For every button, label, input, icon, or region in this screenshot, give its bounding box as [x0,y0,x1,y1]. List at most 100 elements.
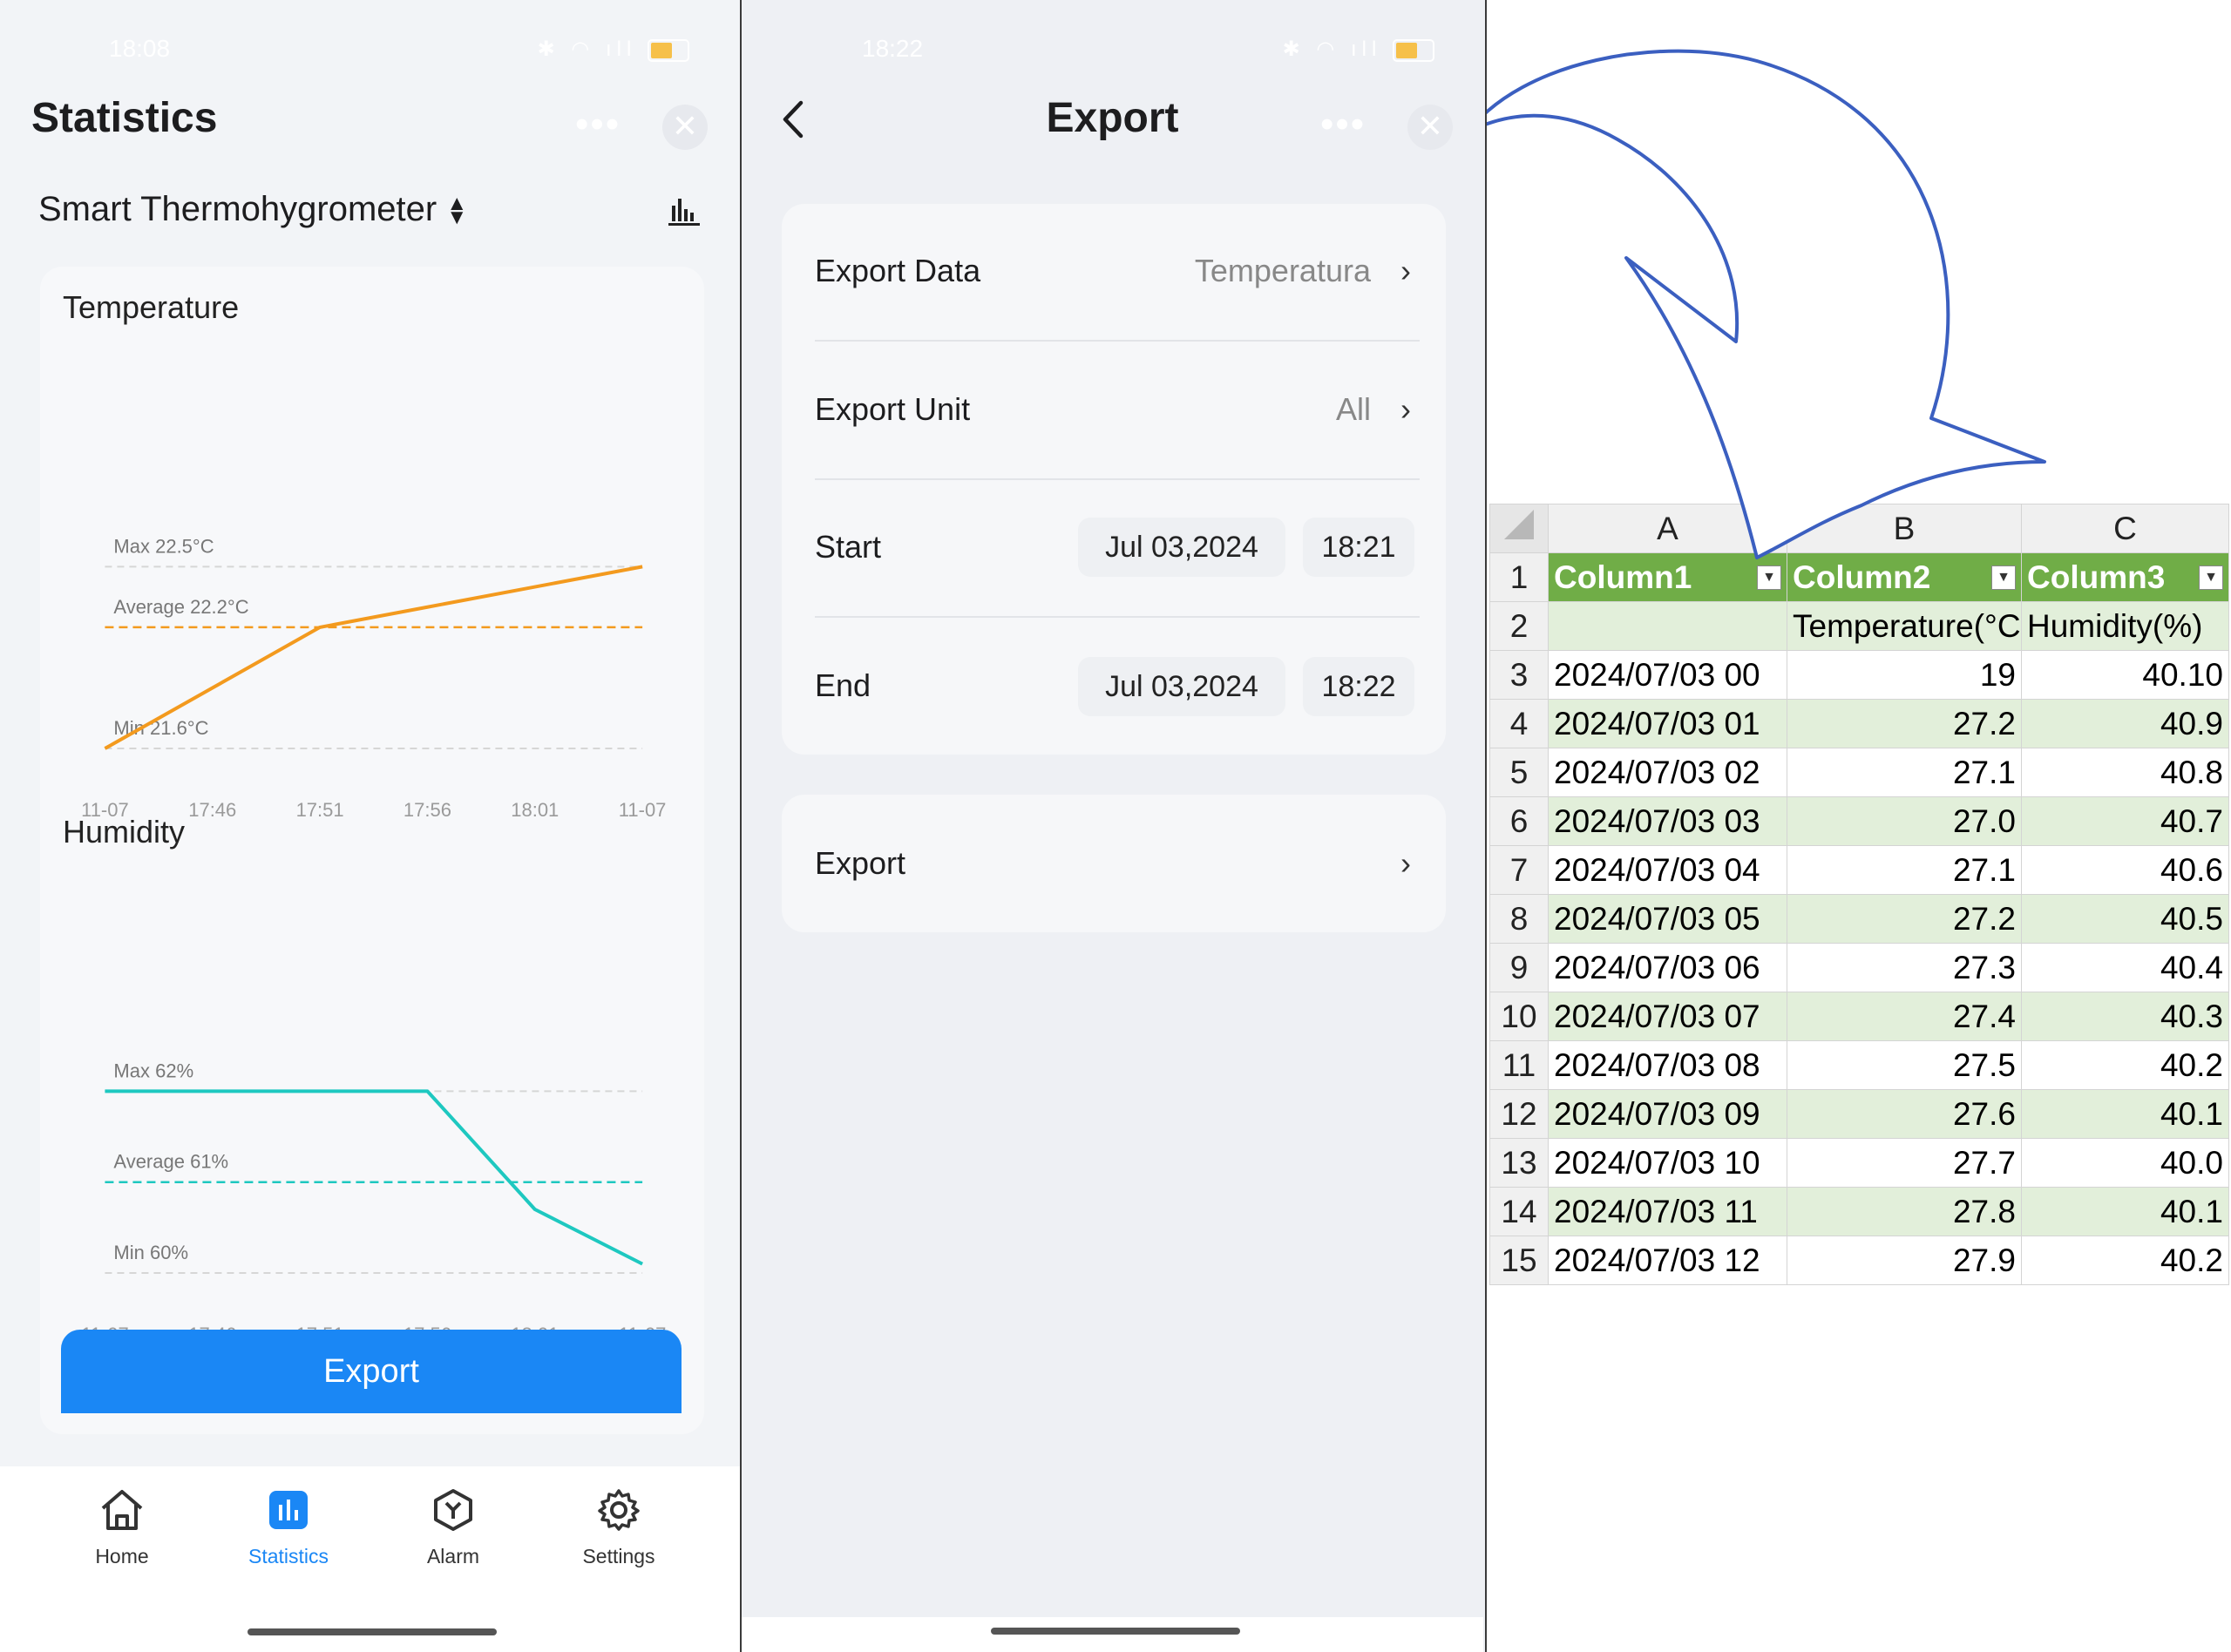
table-cell[interactable]: 40.2 [2021,1040,2229,1090]
page-title: Export [1046,95,1179,141]
alarm-icon [434,1489,472,1531]
table-cell[interactable]: 2024/07/03 12 [1548,1236,1787,1285]
table-cell[interactable]: 2024/07/03 08 [1548,1040,1787,1090]
table-cell[interactable]: 2024/07/03 01 [1548,699,1787,748]
more-icon[interactable]: ••• [1320,103,1366,146]
table-cell[interactable]: 2024/07/03 00 [1548,650,1787,700]
table-cell[interactable]: 40.6 [2021,845,2229,895]
table-cell[interactable]: 40.3 [2021,992,2229,1041]
table-cell[interactable]: 27.6 [1787,1089,2022,1139]
row-number[interactable]: 2 [1489,601,1549,651]
table-cell[interactable]: 27.0 [1787,796,2022,846]
chevron-right-icon: › [1400,391,1411,427]
export-unit-row[interactable]: Export Unit All › [815,341,1420,478]
device-selector[interactable]: Smart Thermohygrometer ▲ ▼ [38,190,467,229]
table-cell[interactable]: 27.3 [1787,943,2022,992]
table-cell[interactable]: 27.1 [1787,845,2022,895]
export-unit-label: Export Unit [815,391,971,427]
bar-chart-icon[interactable] [667,195,702,227]
temperature-chart: Max 22.5°CAverage 22.2°CMin 21.6°C11-07 1… [81,535,667,821]
row-number[interactable]: 9 [1489,943,1549,992]
close-icon[interactable]: ✕ [1407,105,1453,150]
row-number[interactable]: 3 [1489,650,1549,700]
end-date-picker[interactable]: Jul 03,2024 [1078,657,1285,716]
more-icon[interactable]: ••• [575,103,620,146]
table-cell[interactable]: 40.7 [2021,796,2229,846]
table-cell[interactable]: 2024/07/03 09 [1548,1089,1787,1139]
end-time-picker[interactable]: 18:22 [1303,657,1414,716]
table-cell[interactable]: 2024/07/03 11 [1548,1187,1787,1236]
table-cell[interactable]: 40.9 [2021,699,2229,748]
nav-alarm[interactable]: Alarm [383,1487,523,1568]
table-cell[interactable]: 2024/07/03 03 [1548,796,1787,846]
table-cell[interactable]: 27.1 [1787,748,2022,797]
row-number[interactable]: 8 [1489,894,1549,944]
table-row: 9 2024/07/03 06 27.3 40.4 [1489,943,2229,992]
table-cell[interactable]: 27.5 [1787,1040,2022,1090]
row-number[interactable]: 13 [1489,1138,1549,1188]
table-cell[interactable]: 40.2 [2021,1236,2229,1285]
table-cell[interactable]: 2024/07/03 04 [1548,845,1787,895]
table-row: 15 2024/07/03 12 27.9 40.2 [1489,1236,2229,1285]
table-cell[interactable]: 27.4 [1787,992,2022,1041]
table-row: 8 2024/07/03 05 27.2 40.5 [1489,894,2229,944]
table-cell[interactable]: 27.2 [1787,699,2022,748]
close-icon[interactable]: ✕ [662,105,708,150]
table-cell[interactable]: 19 [1787,650,2022,700]
start-time-picker[interactable]: 18:21 [1303,518,1414,577]
table-cell[interactable]: 2024/07/03 05 [1548,894,1787,944]
table-row: 10 2024/07/03 07 27.4 40.3 [1489,992,2229,1041]
table-cell[interactable]: 27.2 [1787,894,2022,944]
row-number[interactable]: 10 [1489,992,1549,1041]
status-icons: ✱ ◠ ıll [538,37,689,62]
spreadsheet-table: A B C 1 Column1 ▼ Column2 ▼ Column3 ▼ 2 Tem… [1489,504,2229,1285]
table-cell[interactable] [1548,601,1787,651]
table-cell[interactable]: 40.1 [2021,1187,2229,1236]
spreadsheet-view: A B C 1 Column1 ▼ Column2 ▼ Column3 ▼ 2 Tem… [1487,0,2231,1652]
row-number[interactable]: 6 [1489,796,1549,846]
sort-updown-icon: ▲ ▼ [446,192,468,230]
table-cell[interactable]: 40.0 [2021,1138,2229,1188]
table-cell[interactable]: 40.10 [2021,650,2229,700]
export-data-value: Temperatura [1194,253,1371,288]
start-date-picker[interactable]: Jul 03,2024 [1078,518,1285,577]
x-tick-label: 18:01 [511,799,559,821]
x-tick-label: 17:46 [188,799,236,821]
export-action-row[interactable]: Export › [815,795,1420,932]
table-cell[interactable]: 27.9 [1787,1236,2022,1285]
table-cell[interactable]: 27.7 [1787,1138,2022,1188]
table-row: 11 2024/07/03 08 27.5 40.2 [1489,1040,2229,1090]
row-number[interactable]: 14 [1489,1187,1549,1236]
end-label: End [815,667,871,703]
row-number[interactable]: 12 [1489,1089,1549,1139]
export-data-row[interactable]: Export Data Temperatura › [815,202,1420,340]
row-number[interactable]: 15 [1489,1236,1549,1285]
nav-settings[interactable]: Settings [549,1487,688,1568]
table-cell[interactable]: 27.8 [1787,1187,2022,1236]
table-cell[interactable]: 40.5 [2021,894,2229,944]
row-number[interactable]: 5 [1489,748,1549,797]
table-cell[interactable]: 2024/07/03 06 [1548,943,1787,992]
table-row: 5 2024/07/03 02 27.1 40.8 [1489,748,2229,797]
table-cell[interactable]: 2024/07/03 02 [1548,748,1787,797]
status-bar: 18:08 ✱ ◠ ıll [0,31,740,66]
table-cell[interactable]: 2024/07/03 07 [1548,992,1787,1041]
table-cell[interactable]: 40.1 [2021,1089,2229,1139]
table-cell[interactable]: 40.4 [2021,943,2229,992]
table-cell[interactable]: Temperature(°C [1787,601,2022,651]
bottom-nav: Home Statistics Alarm Settings [0,1466,740,1652]
home-indicator [991,1628,1240,1635]
export-button[interactable]: Export [61,1330,682,1413]
nav-statistics[interactable]: Statistics [219,1487,358,1568]
nav-home[interactable]: Home [52,1487,192,1568]
table-row: 13 2024/07/03 10 27.7 40.0 [1489,1138,2229,1188]
row-number[interactable]: 7 [1489,845,1549,895]
curved-arrow-icon [1487,49,2046,559]
row-number[interactable]: 11 [1489,1040,1549,1090]
x-tick-label: 11-07 [619,799,667,821]
table-cell[interactable]: 2024/07/03 10 [1548,1138,1787,1188]
row-number[interactable]: 4 [1489,699,1549,748]
table-cell[interactable]: 40.8 [2021,748,2229,797]
status-bar: 18:22 ✱ ◠ ıll [742,31,1485,66]
table-cell[interactable]: Humidity(%) [2021,601,2229,651]
